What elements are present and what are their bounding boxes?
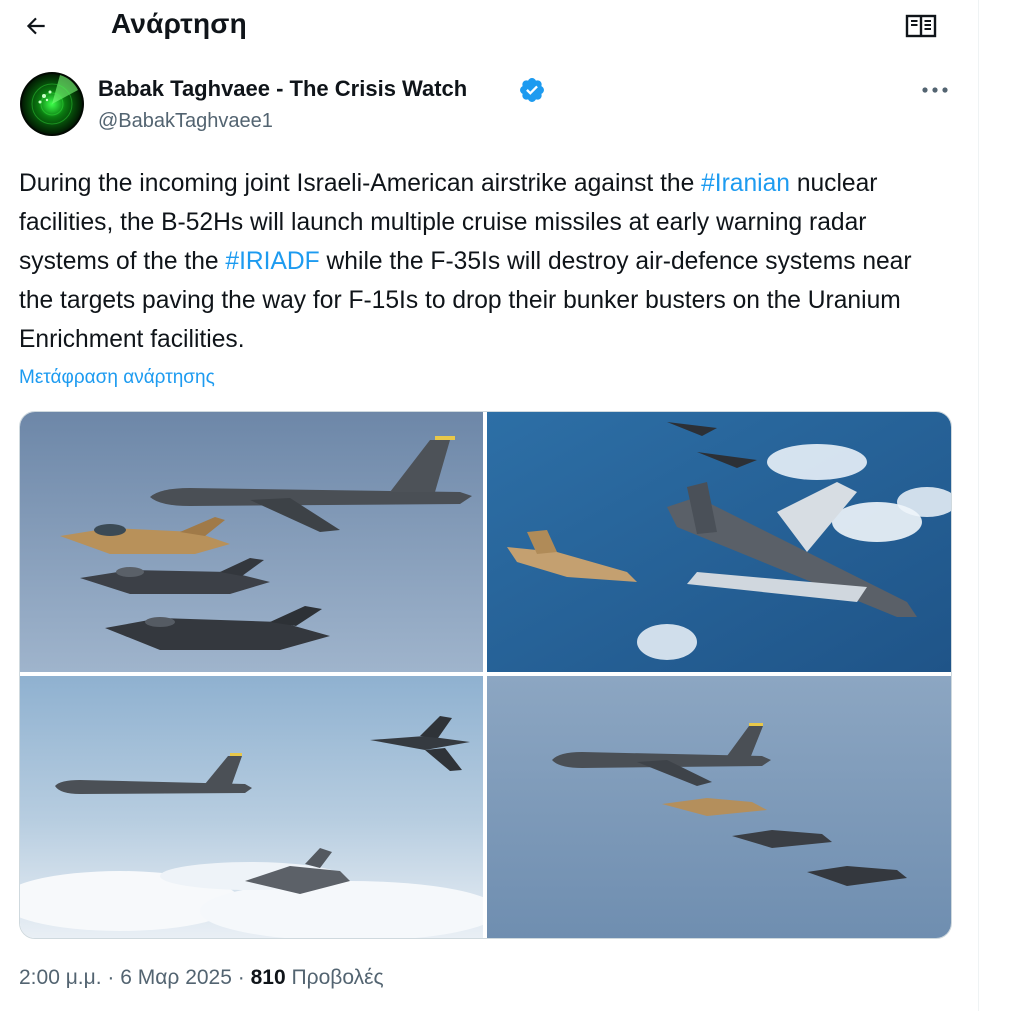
author-handle[interactable]: @BabakTaghvaee1 [98,110,273,133]
tweet-text-part: During the incoming joint Israeli-Americ… [19,170,702,197]
media-image-2[interactable] [487,412,951,672]
separator: · [107,966,115,989]
views-label: Προβολές [291,966,384,989]
more-dots-icon [922,87,948,93]
back-button[interactable] [18,8,54,44]
translate-post-link[interactable]: Μετάφραση ανάρτησης [19,367,215,389]
avatar[interactable] [20,72,84,136]
verified-badge-icon [520,78,544,102]
page-title: Ανάρτηση [111,8,247,39]
reader-mode-button[interactable] [902,8,940,44]
column-divider [978,0,979,1011]
aircraft-formation-photo [20,412,483,672]
hashtag-link[interactable]: #Iranian [701,170,790,197]
more-options-button[interactable] [918,76,952,104]
timestamp-link[interactable]: 2:00 μ.μ. [19,966,102,989]
radar-avatar-icon [20,72,84,136]
media-image-1[interactable] [20,412,483,672]
tweet-meta: 2:00 μ.μ. · 6 Μαρ 2025 · 810 Προβολές [19,966,384,990]
hashtag-link[interactable]: #IRIADF [225,248,319,275]
media-image-4[interactable] [487,676,951,938]
author-name[interactable]: Babak Taghvaee - The Crisis Watch [98,76,467,102]
aircraft-over-ocean-photo [487,412,951,672]
date-link[interactable]: 6 Μαρ 2025 [120,966,232,989]
reader-book-icon [905,14,937,38]
top-bar: Ανάρτηση [0,0,978,56]
aircraft-above-clouds-photo [20,676,483,938]
separator: · [237,966,245,989]
aircraft-in-trail-photo [487,676,951,938]
media-image-3[interactable] [20,676,483,938]
back-arrow-icon [26,17,45,35]
media-grid [19,411,952,939]
views-count: 810 [250,966,286,989]
tweet-text: During the incoming joint Israeli-Americ… [19,164,949,359]
